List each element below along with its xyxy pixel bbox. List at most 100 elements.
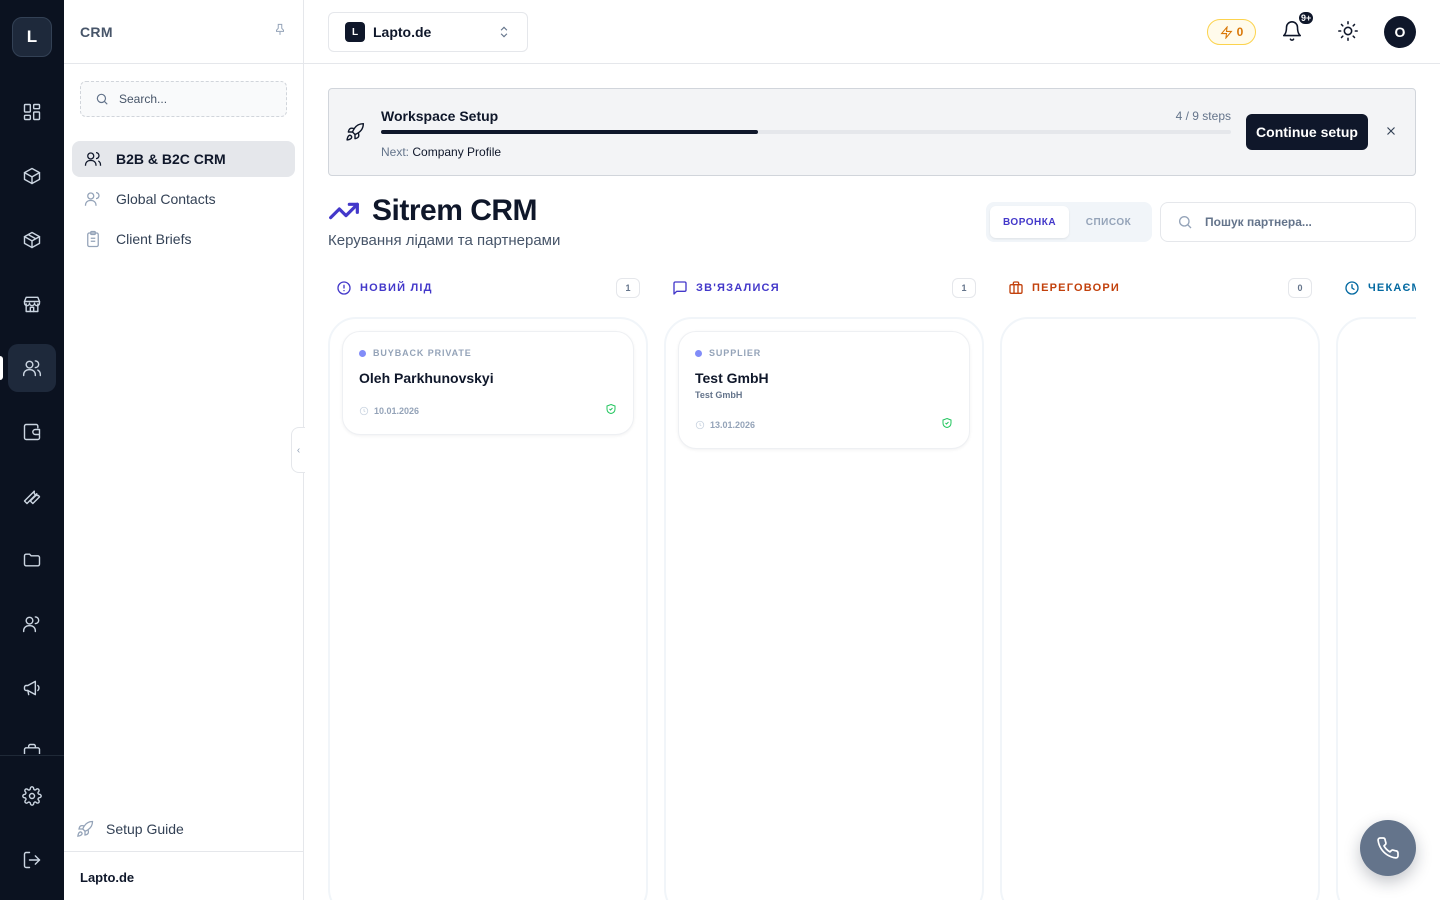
kanban-column-negotiations: ПЕРЕГОВОРИ 0	[1000, 272, 1320, 900]
phone-icon	[1377, 837, 1399, 859]
close-icon[interactable]	[1384, 124, 1398, 143]
package-icon[interactable]	[8, 216, 56, 264]
column-count: 1	[952, 278, 976, 298]
column-title: НОВИЙ ЛІД	[360, 282, 433, 294]
card-date: 10.01.2026	[359, 406, 419, 416]
setup-next: Next: Company Profile	[381, 145, 501, 159]
column-header: НОВИЙ ЛІД 1	[328, 272, 648, 304]
folder-icon[interactable]	[8, 536, 56, 584]
setup-guide-link[interactable]: Setup Guide	[76, 820, 184, 838]
credits-badge[interactable]: 0	[1207, 19, 1256, 45]
card-date: 13.01.2026	[695, 420, 755, 430]
trending-up-icon	[329, 202, 359, 220]
briefcase-icon[interactable]	[8, 728, 56, 754]
search-icon	[1179, 216, 1192, 229]
search-icon	[96, 93, 108, 105]
users-icon	[84, 151, 102, 166]
crm-sidebar: CRM Search... B2B & B2C CRM Global Conta…	[64, 0, 304, 900]
column-dropzone[interactable]	[1336, 317, 1416, 900]
setup-next-step: Company Profile	[412, 145, 502, 159]
card-company: Test GmbH	[695, 390, 743, 400]
card-tag: BUYBACK PRIVATE	[359, 348, 617, 358]
clock-icon	[695, 420, 705, 430]
call-button[interactable]	[1360, 820, 1416, 876]
pin-icon[interactable]	[273, 22, 287, 41]
box-icon[interactable]	[8, 152, 56, 200]
shield-check-icon	[941, 416, 953, 434]
sidebar-item-label: B2B & B2C CRM	[116, 151, 226, 167]
setup-steps: 4 / 9 steps	[1175, 109, 1231, 123]
setup-title: Workspace Setup	[381, 108, 499, 124]
search-placeholder: Search...	[119, 92, 168, 106]
rocket-icon	[345, 122, 365, 147]
continue-setup-button[interactable]: Continue setup	[1246, 114, 1368, 150]
setup-progress-fill	[381, 130, 759, 134]
sidebar-item-label: Client Briefs	[116, 231, 192, 247]
column-title: ПЕРЕГОВОРИ	[1032, 282, 1121, 294]
users-icon[interactable]	[0, 344, 56, 392]
sidebar-item-client-briefs[interactable]: Client Briefs	[72, 221, 295, 257]
sidebar-search-input[interactable]: Search...	[80, 81, 287, 117]
icon-rail: L	[0, 0, 64, 900]
column-dropzone[interactable]: BUYBACK PRIVATE Oleh Parkhunovskyi 10.01…	[328, 317, 648, 900]
setup-guide-label: Setup Guide	[106, 821, 184, 837]
column-count: 0	[1288, 278, 1312, 298]
workspace-badge: L	[345, 22, 365, 42]
view-list-button[interactable]: СПИСОК	[1069, 206, 1148, 238]
collapse-sidebar-button[interactable]: ‹	[291, 427, 305, 473]
clock-icon	[1345, 281, 1359, 295]
credits-count: 0	[1236, 25, 1244, 39]
card-name: Test GmbH	[695, 370, 769, 386]
workspace-selector[interactable]: L Lapto.de	[328, 12, 528, 52]
top-bar: L Lapto.de 0 9+ O	[304, 0, 1440, 64]
chevron-updown-icon	[497, 25, 511, 42]
column-dropzone[interactable]	[1000, 317, 1320, 900]
column-title: ЗВ'ЯЗАЛИСЯ	[696, 282, 780, 294]
lead-card[interactable]: BUYBACK PRIVATE Oleh Parkhunovskyi 10.01…	[342, 331, 634, 435]
kanban-board: НОВИЙ ЛІД 1 BUYBACK PRIVATE Oleh Parkhun…	[328, 272, 1416, 900]
logout-icon[interactable]	[8, 836, 56, 884]
team-icon[interactable]	[8, 600, 56, 648]
app-logo[interactable]: L	[12, 17, 52, 57]
sidebar-item-global-contacts[interactable]: Global Contacts	[72, 181, 295, 217]
contacts-icon	[84, 191, 100, 206]
column-title: ЧЕКАЄМО	[1368, 282, 1416, 294]
rail-divider	[0, 755, 64, 756]
view-toggle: ВОРОНКА СПИСОК	[986, 202, 1152, 242]
column-header: ЧЕКАЄМО	[1336, 272, 1416, 304]
sidebar-title: CRM	[80, 23, 113, 40]
briefcase-icon	[1009, 281, 1023, 294]
clock-icon	[359, 406, 369, 416]
avatar[interactable]: O	[1384, 16, 1416, 48]
kanban-column-new-lead: НОВИЙ ЛІД 1 BUYBACK PRIVATE Oleh Parkhun…	[328, 272, 648, 900]
dashboard-icon[interactable]	[8, 88, 56, 136]
kanban-column-waiting: ЧЕКАЄМО	[1336, 272, 1416, 900]
column-dropzone[interactable]: SUPPLIER Test GmbH Test GmbH 13.01.2026	[664, 317, 984, 900]
page-subtitle: Керування лідами та партнерами	[328, 232, 561, 249]
setup-progress-track	[381, 130, 1231, 134]
shield-check-icon	[605, 402, 617, 420]
view-funnel-button[interactable]: ВОРОНКА	[990, 206, 1069, 238]
card-tag: SUPPLIER	[695, 348, 953, 358]
settings-icon[interactable]	[8, 772, 56, 820]
setup-next-label: Next:	[381, 145, 410, 159]
workspace-footer: Lapto.de	[64, 851, 303, 900]
sidebar-header: CRM	[64, 0, 303, 64]
lead-card[interactable]: SUPPLIER Test GmbH Test GmbH 13.01.2026	[678, 331, 970, 449]
column-header: ПЕРЕГОВОРИ 0	[1000, 272, 1320, 304]
store-icon[interactable]	[8, 280, 56, 328]
partner-search-input[interactable]: Пошук партнера...	[1160, 202, 1416, 242]
message-icon	[673, 281, 687, 295]
page-header: Sitrem CRM Керування лідами та партнерам…	[328, 194, 560, 249]
clipboard-icon	[87, 230, 99, 248]
sidebar-item-b2b-b2c-crm[interactable]: B2B & B2C CRM	[72, 141, 295, 177]
column-count: 1	[616, 278, 640, 298]
kanban-column-contacted: ЗВ'ЯЗАЛИСЯ 1 SUPPLIER Test GmbH Test Gmb…	[664, 272, 984, 900]
wrench-icon[interactable]	[8, 472, 56, 520]
wallet-icon[interactable]	[8, 408, 56, 456]
alert-circle-icon	[337, 281, 351, 295]
notification-badge: 9+	[1297, 10, 1316, 26]
sun-icon[interactable]	[1337, 20, 1359, 47]
megaphone-icon[interactable]	[8, 664, 56, 712]
sidebar-item-label: Global Contacts	[116, 191, 216, 207]
